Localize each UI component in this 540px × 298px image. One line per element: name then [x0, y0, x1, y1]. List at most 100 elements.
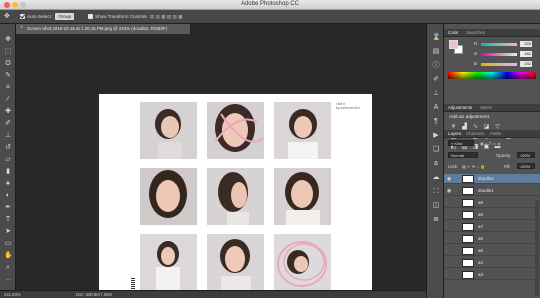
character-panel-icon[interactable]: A — [432, 104, 440, 112]
marquee-icon[interactable]: ⬚ — [4, 48, 12, 56]
auto-select-dropdown[interactable]: Group — [55, 13, 75, 20]
layer-row[interactable]: a7 — [444, 222, 540, 232]
layer-comps-icon[interactable]: ❏ — [432, 146, 440, 154]
close-icon[interactable]: × — [20, 25, 24, 31]
crop-icon[interactable]: ⌗ — [4, 84, 12, 92]
eyedropper-icon[interactable]: ⁄ — [4, 96, 12, 104]
layer-name[interactable]: a4 — [478, 260, 483, 265]
brush-panel-icon[interactable]: ✐ — [432, 76, 440, 84]
more-tools-icon[interactable]: ··· — [4, 276, 12, 284]
layer-row[interactable]: a5 — [444, 246, 540, 256]
fill-field[interactable]: 100% — [517, 163, 535, 169]
show-transform-checkbox[interactable]: Show Transform Controls — [88, 13, 147, 21]
photo-tile — [274, 102, 331, 159]
tab-swatches[interactable]: Swatches — [466, 30, 485, 35]
layer-row[interactable]: a8 — [444, 210, 540, 220]
zoom-icon[interactable]: ⌕ — [4, 264, 12, 272]
layer-filter-dropdown[interactable]: ⌕ Kind — [448, 140, 474, 146]
layer-filter-icons[interactable]: ▣ ◐ T ▭ ◈ — [480, 141, 501, 146]
tab-paths[interactable]: Paths — [490, 131, 501, 136]
navigator-panel-icon[interactable]: ⛶ — [432, 188, 440, 196]
actions-panel-icon[interactable]: ▶ — [432, 132, 440, 140]
layer-name[interactable]: a5 — [478, 248, 483, 253]
tab-channels[interactable]: Channels — [466, 131, 485, 136]
visibility-off-icon[interactable] — [446, 212, 452, 218]
green-track[interactable] — [481, 53, 517, 56]
layer-name[interactable]: doodle2 — [478, 176, 494, 181]
portrait-image — [140, 234, 197, 291]
move-icon[interactable]: ✥ — [4, 36, 12, 44]
visibility-off-icon[interactable] — [446, 272, 452, 278]
layers-scrollbar[interactable] — [535, 200, 539, 296]
timeline-panel-icon[interactable]: ≣ — [432, 216, 440, 224]
dodge-icon[interactable]: ◐ — [4, 192, 12, 200]
blend-mode-dropdown[interactable]: Normal — [448, 152, 478, 158]
move-tool-preset-icon[interactable]: ✥ — [4, 13, 10, 21]
visibility-eye-icon[interactable]: ◉ — [446, 188, 452, 194]
visibility-eye-icon[interactable]: ◉ — [446, 176, 452, 182]
tab-adjustments[interactable]: Adjustments — [448, 105, 472, 110]
document-canvas[interactable]: I like it by someone Kim — [99, 94, 372, 298]
lasso-icon[interactable]: ʘ — [4, 60, 12, 68]
type-icon[interactable]: T — [4, 216, 12, 224]
green-value[interactable]: 181 — [520, 51, 532, 57]
layer-row[interactable]: a6 — [444, 234, 540, 244]
opacity-field[interactable]: 100% — [517, 152, 535, 158]
visibility-off-icon[interactable] — [446, 236, 452, 242]
libraries-panel-icon[interactable]: ☁ — [432, 174, 440, 182]
visibility-off-icon[interactable] — [446, 200, 452, 206]
panel-foreground-swatch[interactable] — [449, 40, 458, 49]
green-slider[interactable]: G 181 — [474, 51, 534, 58]
history-brush-icon[interactable]: ↺ — [4, 144, 12, 152]
layer-row[interactable]: ◉ doodle2 — [444, 174, 540, 184]
eraser-icon[interactable]: ▱ — [4, 156, 12, 164]
blue-track[interactable] — [481, 63, 517, 66]
layer-name[interactable]: a8 — [478, 212, 483, 217]
path-select-icon[interactable]: ➤ — [4, 228, 12, 236]
red-value[interactable]: 220 — [520, 41, 532, 47]
pen-icon[interactable]: ✒ — [4, 204, 12, 212]
red-slider[interactable]: R 220 — [474, 41, 534, 48]
glyphs-panel-icon[interactable]: a — [432, 160, 440, 168]
red-track[interactable] — [481, 43, 517, 46]
layer-name[interactable]: a6 — [478, 236, 483, 241]
auto-select-checkbox[interactable]: Auto-Select: Group — [20, 13, 75, 21]
layer-name[interactable]: a3 — [478, 272, 483, 277]
document-tab[interactable]: × Screen Shot 2019-10-15 at 1.20.16 PM.p… — [16, 24, 191, 34]
blue-value[interactable]: 192 — [520, 61, 532, 67]
healing-icon[interactable]: ✚ — [4, 108, 12, 116]
hand-icon[interactable]: ✋ — [4, 252, 13, 260]
clone-source-icon[interactable]: ⊥ — [432, 90, 440, 98]
layer-thumbnail — [462, 199, 474, 207]
tab-layers[interactable]: Layers — [448, 131, 461, 136]
layer-row[interactable]: a4 — [444, 258, 540, 268]
lock-icons[interactable]: ▦ ✐ ✥ ⌂ 🔒 — [462, 164, 485, 170]
styles-panel-icon[interactable]: ◫ — [432, 202, 440, 210]
layer-row[interactable]: ◉ doodle1 — [444, 186, 540, 196]
history-panel-icon[interactable]: ⌛ — [432, 34, 441, 42]
properties-panel-icon[interactable]: ▤ — [432, 48, 440, 56]
blue-slider[interactable]: B 192 — [474, 61, 534, 68]
layer-name[interactable]: a9 — [478, 200, 483, 205]
blur-icon[interactable]: ● — [4, 180, 12, 188]
photo-tile — [207, 168, 264, 225]
align-buttons-group[interactable]: ▤ ▥ ▦ ▧ ▨ ▩ — [150, 13, 182, 21]
shape-icon[interactable]: ▭ — [4, 240, 12, 248]
info-panel-icon[interactable]: ⓘ — [432, 62, 440, 70]
tab-color[interactable]: Color — [448, 30, 459, 35]
tab-styles[interactable]: Styles — [480, 105, 492, 110]
layer-row[interactable]: a9 — [444, 198, 540, 208]
visibility-off-icon[interactable] — [446, 260, 452, 266]
layer-name[interactable]: doodle1 — [478, 188, 494, 193]
paragraph-panel-icon[interactable]: ¶ — [432, 118, 440, 126]
visibility-off-icon[interactable] — [446, 224, 452, 230]
stamp-icon[interactable]: ⊥ — [4, 132, 12, 140]
brush-icon[interactable]: ✐ — [4, 120, 12, 128]
zoom-level[interactable]: 241.84% — [4, 292, 21, 297]
quick-select-icon[interactable]: ✎ — [4, 72, 12, 80]
layer-name[interactable]: a7 — [478, 224, 483, 229]
visibility-off-icon[interactable] — [446, 248, 452, 254]
gradient-icon[interactable]: ▮ — [4, 168, 12, 176]
layer-row[interactable]: a3 — [444, 270, 540, 280]
canvas-area[interactable]: I like it by someone Kim — [16, 34, 426, 298]
